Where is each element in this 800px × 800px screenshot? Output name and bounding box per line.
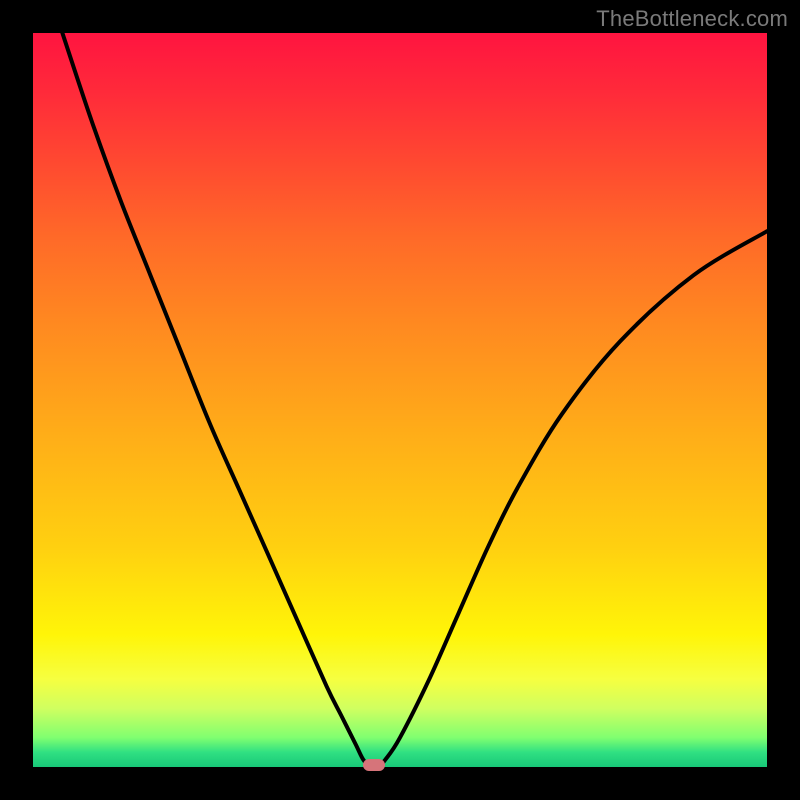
plot-area	[33, 33, 767, 767]
bottleneck-curve	[33, 33, 767, 767]
optimum-marker	[363, 759, 385, 771]
chart-frame: TheBottleneck.com	[0, 0, 800, 800]
watermark-text: TheBottleneck.com	[596, 6, 788, 32]
